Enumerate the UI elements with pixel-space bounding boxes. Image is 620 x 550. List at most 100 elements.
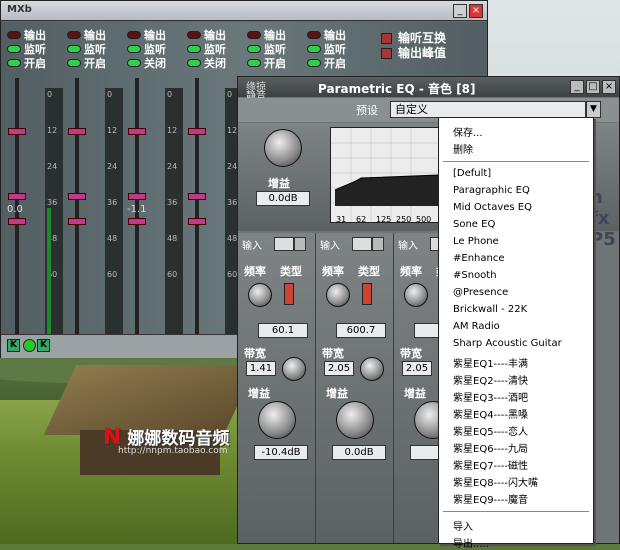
fader-knob[interactable] [8, 128, 26, 135]
mixer-title: MXb [7, 4, 32, 15]
menu-item[interactable]: Paragraphic EQ [453, 185, 530, 196]
freq-knob[interactable] [326, 283, 350, 307]
filter-type-icon[interactable] [352, 237, 372, 251]
menu-item[interactable]: Le Phone [453, 236, 499, 247]
menu-item[interactable]: 紫星EQ6----九局 [453, 440, 528, 455]
menu-item[interactable]: Sone EQ [453, 219, 495, 230]
fader-knob[interactable] [188, 193, 206, 200]
led-icon [127, 58, 141, 67]
menu-item[interactable]: 紫星EQ9----魔音 [453, 491, 528, 506]
k-button-2[interactable]: K [37, 339, 50, 352]
channel-toggle[interactable]: 开启 [7, 56, 65, 70]
channel-toggle[interactable]: 输出 [7, 28, 65, 42]
freq-value[interactable]: 600.7 [336, 323, 386, 338]
checkbox-icon[interactable] [381, 33, 392, 44]
option-swap[interactable]: 输听互换 [381, 29, 446, 45]
freq-knob[interactable] [248, 283, 272, 307]
channel-toggle[interactable]: 输出 [187, 28, 245, 42]
channel-toggle[interactable]: 监听 [187, 42, 245, 56]
band-gain-knob[interactable] [336, 401, 374, 439]
fader-knob[interactable] [68, 218, 86, 225]
channel-toggle[interactable]: 监听 [67, 42, 125, 56]
channel-toggle[interactable]: 输出 [67, 28, 125, 42]
fader-knob[interactable] [128, 193, 146, 200]
eq-maximize-button[interactable]: □ [586, 80, 600, 94]
band-input-toggle[interactable]: 输入 [398, 237, 418, 252]
bandwidth-value[interactable]: 1.41 [246, 361, 276, 376]
menu-item[interactable]: 紫星EQ7----磁性 [453, 457, 528, 472]
freq-knob[interactable] [404, 283, 428, 307]
fader-knob[interactable] [128, 128, 146, 135]
mixer-titlebar[interactable]: MXb _ × [1, 1, 487, 21]
menu-item[interactable]: 紫星EQ5----恋人 [453, 423, 528, 438]
menu-item[interactable]: #Enhance [453, 253, 505, 264]
channel-toggle[interactable]: 监听 [247, 42, 305, 56]
menu-item[interactable]: #Snooth [453, 270, 497, 281]
channel-toggle[interactable]: 关闭 [127, 56, 185, 70]
menu-item[interactable]: [Defult] [453, 168, 491, 179]
menu-item[interactable]: 紫星EQ8----闪大嘴 [453, 474, 538, 489]
fader-knob[interactable] [128, 218, 146, 225]
channel-toggle[interactable]: 监听 [7, 42, 65, 56]
menu-item[interactable]: 紫星EQ4----黑嗓 [453, 406, 528, 421]
menu-item[interactable]: 紫星EQ1----丰满 [453, 355, 528, 370]
channel-toggle[interactable]: 开启 [67, 56, 125, 70]
freq-value[interactable]: 60.1 [258, 323, 308, 338]
channel-toggle[interactable]: 输出 [307, 28, 365, 42]
bandwidth-knob[interactable] [360, 357, 384, 381]
fader-knob[interactable] [68, 128, 86, 135]
q-switch[interactable] [362, 283, 372, 305]
channel-toggle[interactable]: 监听 [307, 42, 365, 56]
band-input-toggle[interactable]: 输入 [242, 237, 262, 252]
band-input-toggle[interactable]: 输入 [320, 237, 340, 252]
q-switch[interactable] [284, 283, 294, 305]
channel-toggle[interactable]: 监听 [127, 42, 185, 56]
filter-type-icon[interactable] [274, 237, 294, 251]
fader-knob[interactable] [68, 193, 86, 200]
menu-item[interactable]: Sharp Acoustic Guitar [453, 338, 562, 349]
minimize-button[interactable]: _ [453, 4, 467, 18]
fader-knob[interactable] [188, 218, 206, 225]
chevron-down-icon[interactable] [294, 237, 306, 251]
option-peak[interactable]: 输出峰值 [381, 44, 446, 60]
menu-item[interactable]: 导入 [453, 518, 473, 533]
menu-item[interactable]: Brickwall - 22K [453, 304, 527, 315]
channel-toggle[interactable]: 输出 [247, 28, 305, 42]
band-gain-value[interactable]: 0.0dB [332, 445, 386, 460]
master-gain-knob[interactable] [264, 129, 302, 167]
channel-toggle[interactable]: 关闭 [187, 56, 245, 70]
preset-select[interactable]: 自定义 [390, 101, 586, 118]
fader-knob[interactable] [188, 128, 206, 135]
channel-toggle[interactable]: 开启 [307, 56, 365, 70]
channel-toggle[interactable]: 输出 [127, 28, 185, 42]
led-icon [307, 30, 321, 39]
eq-close-button[interactable]: × [602, 80, 616, 94]
bandwidth-value[interactable]: 2.05 [324, 361, 354, 376]
eq-minimize-button[interactable]: _ [570, 80, 584, 94]
bandwidth-knob[interactable] [282, 357, 306, 381]
menu-item[interactable]: 导出..... [453, 535, 489, 550]
channel-toggle[interactable]: 开启 [247, 56, 305, 70]
freq-label: 频率 [322, 265, 344, 278]
menu-item[interactable]: 紫星EQ3----酒吧 [453, 389, 528, 404]
k-button-1[interactable]: K [7, 339, 20, 352]
menu-item[interactable]: 紫星EQ2----清快 [453, 372, 528, 387]
checkbox-icon[interactable] [381, 48, 392, 59]
eq-titlebar[interactable]: 缘掠 静音 Parametric EQ - 音色 [8] _ □ × [238, 77, 619, 102]
menu-item[interactable]: 删除 [453, 141, 473, 156]
fader-track[interactable] [195, 78, 199, 338]
fader-knob[interactable] [8, 218, 26, 225]
menu-item[interactable]: Mid Octaves EQ [453, 202, 532, 213]
fader-track[interactable] [75, 78, 79, 338]
menu-item[interactable]: @Presence [453, 287, 508, 298]
bandwidth-value[interactable]: 2.05 [402, 361, 432, 376]
close-button[interactable]: × [469, 4, 483, 18]
menu-item[interactable]: 保存... [453, 124, 483, 139]
menu-item[interactable]: AM Radio [453, 321, 500, 332]
chevron-down-icon[interactable] [372, 237, 384, 251]
fader-knob[interactable] [8, 193, 26, 200]
band-gain-knob[interactable] [258, 401, 296, 439]
master-gain-value[interactable]: 0.0dB [256, 191, 310, 206]
chevron-down-icon[interactable]: ▼ [586, 101, 601, 118]
band-gain-value[interactable]: -10.4dB [254, 445, 308, 460]
